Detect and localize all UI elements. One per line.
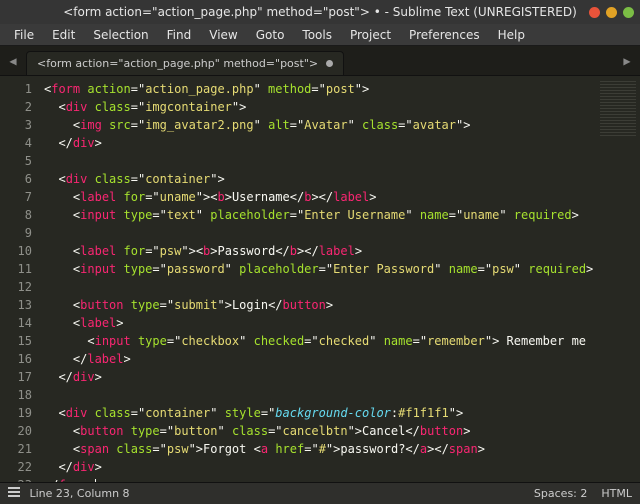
code-line[interactable]: <div class="container"> (44, 170, 596, 188)
line-number: 18 (12, 386, 32, 404)
menu-item-file[interactable]: File (6, 26, 42, 44)
menu-item-edit[interactable]: Edit (44, 26, 83, 44)
line-number: 5 (12, 152, 32, 170)
code-line[interactable]: </div> (44, 368, 596, 386)
code-line[interactable]: </form> (44, 476, 596, 482)
line-number: 20 (12, 422, 32, 440)
line-number: 21 (12, 440, 32, 458)
code-line[interactable]: <input type="checkbox" checked="checked"… (44, 332, 596, 350)
tab[interactable]: <form action="action_page.php" method="p… (26, 51, 344, 75)
code-line[interactable]: <input type="password" placeholder="Ente… (44, 260, 596, 278)
menu-bar: FileEditSelectionFindViewGotoToolsProjec… (0, 24, 640, 46)
menu-item-tools[interactable]: Tools (294, 26, 340, 44)
status-right: Spaces: 2 HTML (534, 487, 632, 500)
line-number: 15 (12, 332, 32, 350)
code-line[interactable]: </div> (44, 134, 596, 152)
maximize-icon[interactable] (623, 7, 634, 18)
menu-item-find[interactable]: Find (159, 26, 200, 44)
code-line[interactable]: <form action="action_page.php" method="p… (44, 80, 596, 98)
code-line[interactable]: <button type="button" class="cancelbtn">… (44, 422, 596, 440)
menu-item-goto[interactable]: Goto (248, 26, 293, 44)
minimap[interactable] (596, 76, 640, 482)
code-line[interactable]: <span class="psw">Forgot <a href="#">pas… (44, 440, 596, 458)
code-line[interactable] (44, 224, 596, 242)
minimize-icon[interactable] (606, 7, 617, 18)
line-number: 3 (12, 116, 32, 134)
code-line[interactable]: <label for="psw"><b>Password</b></label> (44, 242, 596, 260)
line-number: 2 (12, 98, 32, 116)
line-number: 9 (12, 224, 32, 242)
line-number: 8 (12, 206, 32, 224)
menu-item-selection[interactable]: Selection (85, 26, 156, 44)
line-number: 13 (12, 296, 32, 314)
gutter: 1234567891011121314151617181920212223 (0, 76, 40, 482)
code-line[interactable]: <label for="uname"><b>Username</b></labe… (44, 188, 596, 206)
line-number: 22 (12, 458, 32, 476)
title-bar: <form action="action_page.php" method="p… (0, 0, 640, 24)
line-number: 16 (12, 350, 32, 368)
code-line[interactable] (44, 278, 596, 296)
window-buttons (589, 7, 634, 18)
tab-dirty-icon (326, 60, 333, 67)
code-line[interactable]: </div> (44, 458, 596, 476)
editor[interactable]: 1234567891011121314151617181920212223 <f… (0, 76, 640, 482)
line-number: 19 (12, 404, 32, 422)
tab-bar: ◀ <form action="action_page.php" method=… (0, 46, 640, 76)
line-number: 1 (12, 80, 32, 98)
menu-item-view[interactable]: View (201, 26, 245, 44)
tab-label: <form action="action_page.php" method="p… (37, 57, 318, 70)
window-title: <form action="action_page.php" method="p… (63, 5, 577, 19)
menu-icon[interactable] (8, 487, 20, 500)
code-line[interactable]: <div class="imgcontainer"> (44, 98, 596, 116)
status-spaces[interactable]: Spaces: 2 (534, 487, 587, 500)
code-line[interactable]: </label> (44, 350, 596, 368)
code-line[interactable]: <img src="img_avatar2.png" alt="Avatar" … (44, 116, 596, 134)
line-number: 6 (12, 170, 32, 188)
line-number: 4 (12, 134, 32, 152)
code-line[interactable] (44, 386, 596, 404)
menu-item-help[interactable]: Help (490, 26, 533, 44)
line-number: 14 (12, 314, 32, 332)
line-number: 12 (12, 278, 32, 296)
code-line[interactable]: <div class="container" style="background… (44, 404, 596, 422)
status-syntax[interactable]: HTML (601, 487, 632, 500)
cursor-position: Line 23, Column 8 (30, 487, 130, 500)
code-line[interactable]: <button type="submit">Login</button> (44, 296, 596, 314)
close-icon[interactable] (589, 7, 600, 18)
code-area[interactable]: <form action="action_page.php" method="p… (40, 76, 596, 482)
code-line[interactable] (44, 152, 596, 170)
line-number: 10 (12, 242, 32, 260)
tab-scroll-left[interactable]: ◀ (4, 52, 22, 70)
code-line[interactable]: <label> (44, 314, 596, 332)
status-bar: Line 23, Column 8 Spaces: 2 HTML (0, 482, 640, 504)
line-number: 17 (12, 368, 32, 386)
tab-scroll-right[interactable]: ▶ (618, 52, 636, 70)
menu-item-project[interactable]: Project (342, 26, 399, 44)
line-number: 7 (12, 188, 32, 206)
code-line[interactable]: <input type="text" placeholder="Enter Us… (44, 206, 596, 224)
status-left: Line 23, Column 8 (8, 487, 130, 501)
line-number: 11 (12, 260, 32, 278)
menu-item-preferences[interactable]: Preferences (401, 26, 488, 44)
line-number: 23 (12, 476, 32, 482)
